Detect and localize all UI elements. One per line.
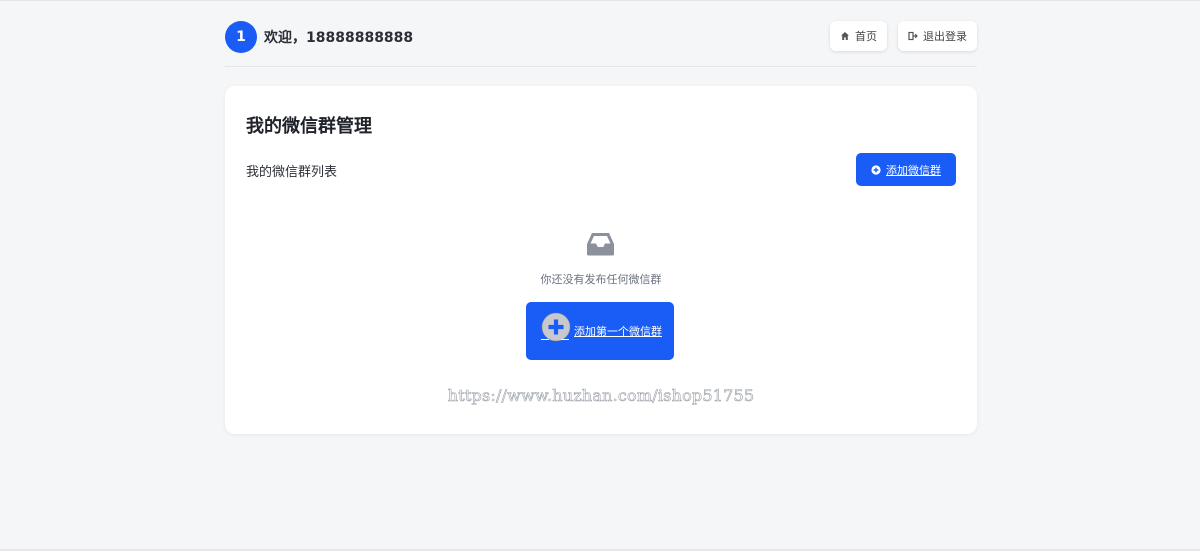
add-group-button[interactable]: 添加微信群 <box>856 153 956 186</box>
inbox-icon <box>587 233 614 256</box>
home-button[interactable]: 首页 <box>830 21 887 51</box>
add-first-group-label: 添加第一个微信群 <box>574 325 662 338</box>
user-header: 1 欢迎，18888888888 首页 退出登录 <box>225 0 977 67</box>
logout-label: 退出登录 <box>923 30 967 43</box>
welcome-text: 欢迎，18888888888 <box>264 30 414 46</box>
list-label: 我的微信群列表 <box>246 165 338 180</box>
home-icon <box>841 32 849 40</box>
plus-circle-icon <box>871 164 881 175</box>
page-title: 我的微信群管理 <box>246 116 372 137</box>
sign-out-icon <box>908 31 918 41</box>
logout-button[interactable]: 退出登录 <box>898 21 977 51</box>
home-label: 首页 <box>855 30 877 43</box>
page-container: 1 欢迎，18888888888 首页 退出登录 我的微信群管理 我的微信群列表… <box>225 0 977 434</box>
add-group-label: 添加微信群 <box>886 163 941 177</box>
add-first-group-button[interactable]: 添加第一个微信群 <box>526 302 674 360</box>
avatar: 1 <box>225 21 257 53</box>
add-circle-icon <box>541 312 571 342</box>
wechat-group-card: 我的微信群管理 我的微信群列表 添加微信群 你还没有发布任何微信群 添加第一个微… <box>225 86 977 434</box>
empty-state-text: 你还没有发布任何微信群 <box>540 273 662 286</box>
underline-mark <box>541 339 549 340</box>
underline-mark <box>561 339 569 340</box>
watermark-url: https://www.huzhan.com/ishop51755 <box>447 386 755 406</box>
